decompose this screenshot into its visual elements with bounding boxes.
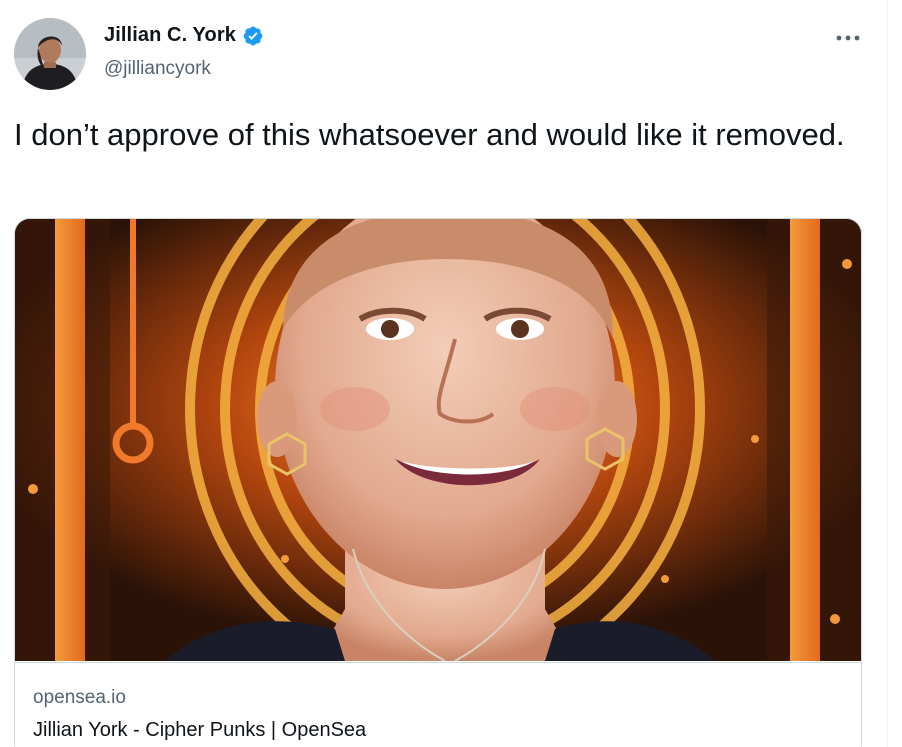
- author-name-row: Jillian C. York: [104, 24, 264, 47]
- author-display-name[interactable]: Jillian C. York: [104, 24, 236, 47]
- author-avatar[interactable]: [14, 18, 86, 90]
- avatar-photo-icon: [14, 18, 86, 90]
- author-handle[interactable]: @jilliancyork: [104, 58, 211, 80]
- tweet: Jillian C. York @jilliancyork I don’t ap…: [0, 0, 902, 747]
- card-domain: opensea.io: [33, 687, 126, 708]
- nft-portrait-illustration: [15, 219, 861, 661]
- more-options-icon: [836, 35, 860, 41]
- more-options-button[interactable]: [831, 26, 865, 50]
- tweet-text: I don’t approve of this whatsoever and w…: [14, 117, 845, 152]
- card-image[interactable]: [15, 219, 861, 661]
- verified-badge-icon: [242, 25, 264, 47]
- link-card[interactable]: opensea.io Jillian York - Cipher Punks |…: [14, 218, 862, 747]
- card-meta[interactable]: opensea.io Jillian York - Cipher Punks |…: [15, 662, 861, 747]
- column-divider: [887, 0, 888, 747]
- card-title: Jillian York - Cipher Punks | OpenSea: [33, 719, 367, 741]
